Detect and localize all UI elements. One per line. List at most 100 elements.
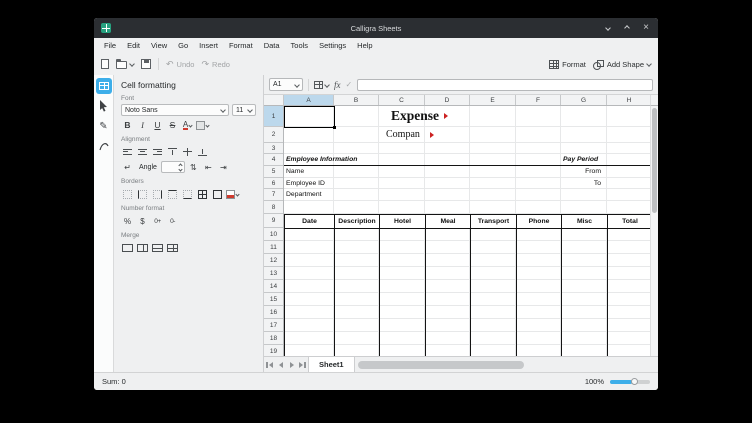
border-none-button[interactable] — [121, 188, 134, 200]
add-shape-button[interactable]: Add Shape — [592, 59, 652, 70]
named-ranges-button[interactable] — [314, 80, 330, 89]
column-header-C[interactable]: C — [379, 95, 425, 105]
vertical-scrollbar-thumb[interactable] — [652, 108, 657, 213]
row-header-18[interactable]: 18 — [264, 332, 283, 345]
cell-formatting-tool-tab[interactable] — [95, 78, 112, 94]
open-document-button[interactable] — [116, 59, 135, 69]
wrap-text-button[interactable] — [121, 161, 134, 173]
table-header-date[interactable]: Date — [284, 214, 335, 229]
border-left-button[interactable] — [136, 188, 149, 200]
table-header-misc[interactable]: Misc — [561, 214, 608, 229]
unmerge-cells-button[interactable] — [166, 242, 179, 254]
menu-item-insert[interactable]: Insert — [199, 41, 218, 50]
angle-spinbox[interactable] — [160, 161, 185, 173]
pencil-tool-tab[interactable]: ✎ — [96, 118, 112, 134]
row-header-5[interactable]: 5 — [264, 166, 283, 178]
table-header-meal[interactable]: Meal — [425, 214, 471, 229]
menu-item-help[interactable]: Help — [357, 41, 372, 50]
sheet-last-button[interactable] — [297, 357, 308, 372]
redo-button[interactable]: Redo — [201, 59, 230, 70]
menu-item-settings[interactable]: Settings — [319, 41, 346, 50]
row-header-16[interactable]: 16 — [264, 306, 283, 319]
pointer-tool-tab[interactable] — [96, 98, 112, 114]
row-header-4[interactable]: 4 — [264, 154, 283, 166]
merge-cells-button[interactable] — [121, 242, 134, 254]
minimize-button[interactable] — [603, 23, 613, 33]
apply-button[interactable]: ✓ — [346, 80, 353, 89]
sheet-cells[interactable]: Date Description Hotel Meal Transport Phone Mi… — [284, 106, 650, 356]
menu-item-file[interactable]: File — [104, 41, 116, 50]
border-bottom-button[interactable] — [181, 188, 194, 200]
border-outline-button[interactable] — [211, 188, 224, 200]
sheet-first-button[interactable] — [264, 357, 275, 372]
valign-top-button[interactable] — [166, 146, 179, 158]
undo-button[interactable]: Undo — [166, 59, 195, 70]
close-button[interactable] — [641, 23, 651, 33]
percent-button[interactable] — [121, 215, 134, 227]
table-header-total[interactable]: Total — [607, 214, 650, 229]
column-header-B[interactable]: B — [334, 95, 379, 105]
column-header-F[interactable]: F — [516, 95, 561, 105]
align-center-button[interactable] — [136, 146, 149, 158]
font-family-select[interactable]: Noto Sans — [121, 104, 229, 116]
row-header-9[interactable]: 9 — [264, 214, 283, 228]
border-all-button[interactable] — [196, 188, 209, 200]
menu-item-format[interactable]: Format — [229, 41, 253, 50]
indent-increase-button[interactable] — [217, 161, 230, 173]
cell-reference-box[interactable]: A1 — [269, 78, 303, 91]
format-button[interactable]: Format — [549, 59, 586, 69]
sheet-tab[interactable]: Sheet1 — [308, 357, 355, 372]
row-header-19[interactable]: 19 — [264, 345, 283, 356]
column-header-A[interactable]: A — [284, 95, 334, 105]
row-header-6[interactable]: 6 — [264, 178, 283, 189]
table-header-phone[interactable]: Phone — [516, 214, 562, 229]
menu-item-view[interactable]: View — [151, 41, 167, 50]
formula-input[interactable] — [357, 78, 653, 91]
selection-handle[interactable] — [333, 126, 336, 129]
table-header-hotel[interactable]: Hotel — [379, 214, 426, 229]
select-all-corner[interactable] — [264, 95, 284, 106]
spin-arrows[interactable] — [178, 162, 183, 172]
horizontal-scrollbar-thumb[interactable] — [357, 361, 525, 369]
decrease-precision-button[interactable] — [166, 215, 179, 227]
bold-button[interactable] — [121, 119, 134, 131]
valign-bottom-button[interactable] — [196, 146, 209, 158]
menu-item-edit[interactable]: Edit — [127, 41, 140, 50]
font-color-button[interactable] — [181, 119, 194, 131]
increase-precision-button[interactable] — [151, 215, 164, 227]
border-right-button[interactable] — [151, 188, 164, 200]
merge-horizontal-button[interactable] — [136, 242, 149, 254]
column-header-D[interactable]: D — [425, 95, 470, 105]
sheet-next-button[interactable] — [286, 357, 297, 372]
row-header-15[interactable]: 15 — [264, 293, 283, 306]
title-bar[interactable]: Calligra Sheets — [94, 18, 658, 38]
align-right-button[interactable] — [151, 146, 164, 158]
calligraphy-tool-tab[interactable] — [96, 138, 112, 154]
background-color-button[interactable] — [196, 119, 210, 131]
horizontal-scrollbar[interactable] — [355, 357, 658, 372]
row-header-10[interactable]: 10 — [264, 228, 283, 241]
new-document-button[interactable] — [101, 59, 109, 69]
font-size-select[interactable]: 11 — [232, 104, 256, 116]
align-left-button[interactable] — [121, 146, 134, 158]
strikethrough-button[interactable] — [166, 119, 179, 131]
sheet-prev-button[interactable] — [275, 357, 286, 372]
column-header-E[interactable]: E — [470, 95, 516, 105]
row-header-7[interactable]: 7 — [264, 189, 283, 201]
row-header-2[interactable]: 2 — [264, 127, 283, 143]
menu-item-data[interactable]: Data — [264, 41, 280, 50]
row-header-13[interactable]: 13 — [264, 267, 283, 280]
row-header-17[interactable]: 17 — [264, 319, 283, 332]
row-header-12[interactable]: 12 — [264, 254, 283, 267]
row-header-14[interactable]: 14 — [264, 280, 283, 293]
row-header-8[interactable]: 8 — [264, 201, 283, 214]
money-button[interactable] — [136, 215, 149, 227]
column-header-H[interactable]: H — [607, 95, 650, 105]
border-color-button[interactable] — [226, 188, 240, 200]
zoom-slider[interactable] — [610, 377, 650, 385]
valign-middle-button[interactable] — [181, 146, 194, 158]
save-button[interactable] — [141, 59, 151, 69]
underline-button[interactable] — [151, 119, 164, 131]
border-top-button[interactable] — [166, 188, 179, 200]
italic-button[interactable] — [136, 119, 149, 131]
